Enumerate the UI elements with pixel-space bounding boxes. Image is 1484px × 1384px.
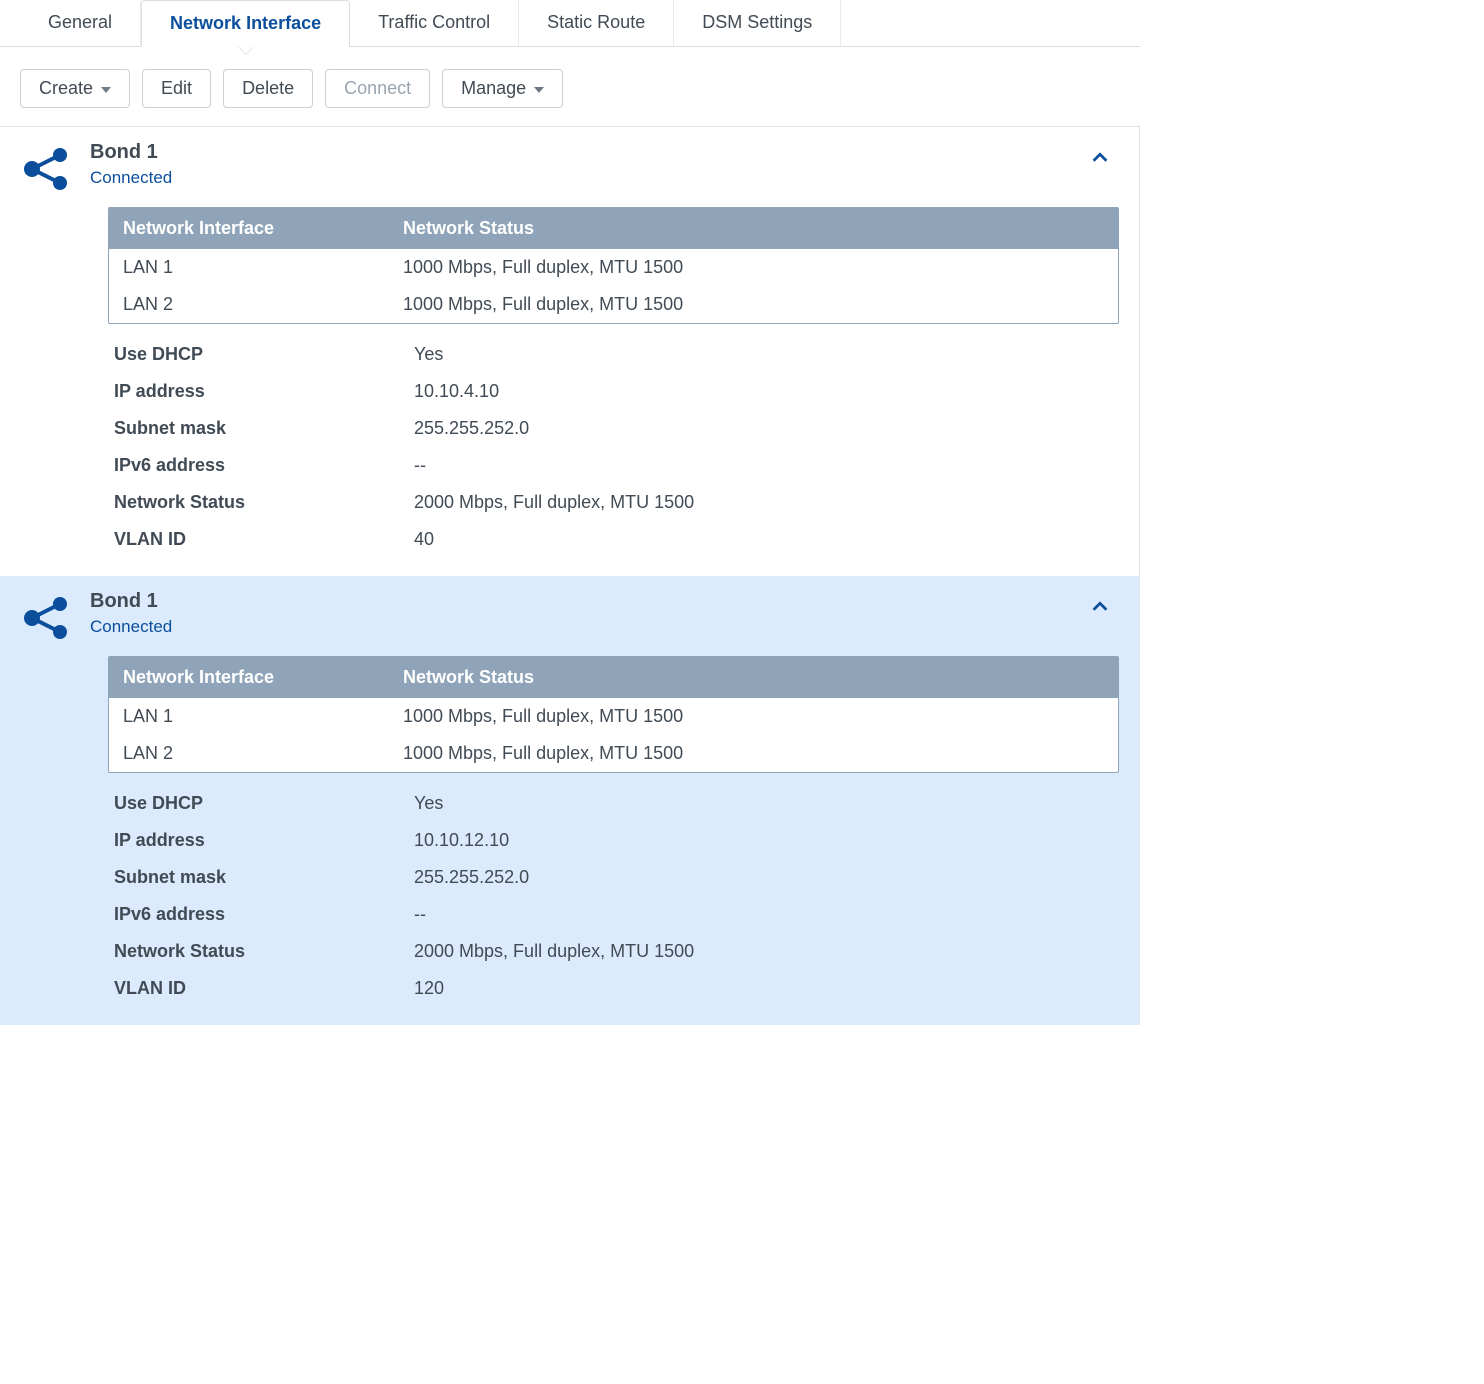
member-interface-name: LAN 1 [123, 706, 403, 727]
property-label: Network Status [114, 492, 414, 513]
property-label: Use DHCP [114, 793, 414, 814]
member-interface-name: LAN 2 [123, 294, 403, 315]
property-row: IP address 10.10.12.10 [108, 822, 1119, 859]
delete-label: Delete [242, 78, 294, 99]
member-interface-status: 1000 Mbps, Full duplex, MTU 1500 [403, 257, 1104, 278]
property-value: 255.255.252.0 [414, 867, 529, 888]
tab-dsm-settings[interactable]: DSM Settings [674, 0, 841, 46]
col-header-interface: Network Interface [123, 667, 403, 688]
delete-button[interactable]: Delete [223, 69, 313, 108]
interface-title: Bond 1 [90, 590, 1119, 613]
toolbar: Create Edit Delete Connect Manage [0, 47, 1140, 126]
property-value: Yes [414, 344, 443, 365]
edit-button[interactable]: Edit [142, 69, 211, 108]
member-interface-row: LAN 1 1000 Mbps, Full duplex, MTU 1500 [109, 249, 1118, 286]
connect-label: Connect [344, 78, 411, 99]
property-row: Subnet mask 255.255.252.0 [108, 859, 1119, 896]
property-row: Use DHCP Yes [108, 785, 1119, 822]
collapse-toggle[interactable] [1089, 596, 1111, 618]
tab-general[interactable]: General [20, 0, 141, 46]
property-value: Yes [414, 793, 443, 814]
interface-list[interactable]: Bond 1 Connected Network Interface Netwo… [0, 126, 1140, 1025]
tab-network-interface[interactable]: Network Interface [141, 0, 350, 47]
property-value: 255.255.252.0 [414, 418, 529, 439]
member-interface-status: 1000 Mbps, Full duplex, MTU 1500 [403, 706, 1104, 727]
interface-properties: Use DHCP Yes IP address 10.10.4.10 Subne… [108, 336, 1119, 558]
edit-label: Edit [161, 78, 192, 99]
property-row: Subnet mask 255.255.252.0 [108, 410, 1119, 447]
property-label: Use DHCP [114, 344, 414, 365]
interface-status: Connected [90, 617, 1119, 637]
property-label: IPv6 address [114, 455, 414, 476]
interface-item[interactable]: Bond 1 Connected Network Interface Netwo… [0, 127, 1139, 576]
property-label: Network Status [114, 941, 414, 962]
bond-icon [20, 594, 72, 642]
property-label: VLAN ID [114, 529, 414, 550]
property-row: Network Status 2000 Mbps, Full duplex, M… [108, 484, 1119, 521]
property-row: IPv6 address -- [108, 896, 1119, 933]
property-row: IPv6 address -- [108, 447, 1119, 484]
member-interface-row: LAN 2 1000 Mbps, Full duplex, MTU 1500 [109, 286, 1118, 323]
tab-bar: General Network Interface Traffic Contro… [0, 0, 1140, 47]
tab-static-route[interactable]: Static Route [519, 0, 674, 46]
interface-item[interactable]: Bond 1 Connected Network Interface Netwo… [0, 576, 1139, 1025]
interface-status: Connected [90, 168, 1119, 188]
property-value: 2000 Mbps, Full duplex, MTU 1500 [414, 941, 694, 962]
interface-properties: Use DHCP Yes IP address 10.10.12.10 Subn… [108, 785, 1119, 1007]
tab-traffic-control[interactable]: Traffic Control [350, 0, 519, 46]
create-label: Create [39, 78, 93, 99]
manage-label: Manage [461, 78, 526, 99]
property-value: -- [414, 904, 426, 925]
property-label: IPv6 address [114, 904, 414, 925]
property-label: IP address [114, 830, 414, 851]
property-row: IP address 10.10.4.10 [108, 373, 1119, 410]
property-value: 2000 Mbps, Full duplex, MTU 1500 [414, 492, 694, 513]
bond-icon [20, 145, 72, 193]
manage-button[interactable]: Manage [442, 69, 563, 108]
member-interface-table: Network Interface Network Status LAN 1 1… [108, 656, 1119, 773]
property-label: IP address [114, 381, 414, 402]
connect-button: Connect [325, 69, 430, 108]
collapse-toggle[interactable] [1089, 147, 1111, 169]
member-interface-table: Network Interface Network Status LAN 1 1… [108, 207, 1119, 324]
property-value: 10.10.4.10 [414, 381, 499, 402]
col-header-interface: Network Interface [123, 218, 403, 239]
property-value: 40 [414, 529, 434, 550]
property-row: VLAN ID 40 [108, 521, 1119, 558]
property-row: Use DHCP Yes [108, 336, 1119, 373]
col-header-status: Network Status [403, 667, 1104, 688]
property-label: Subnet mask [114, 418, 414, 439]
member-interface-name: LAN 2 [123, 743, 403, 764]
member-interface-name: LAN 1 [123, 257, 403, 278]
property-label: VLAN ID [114, 978, 414, 999]
create-button[interactable]: Create [20, 69, 130, 108]
dropdown-caret-icon [534, 87, 544, 93]
property-row: Network Status 2000 Mbps, Full duplex, M… [108, 933, 1119, 970]
property-label: Subnet mask [114, 867, 414, 888]
member-interface-status: 1000 Mbps, Full duplex, MTU 1500 [403, 743, 1104, 764]
member-interface-row: LAN 2 1000 Mbps, Full duplex, MTU 1500 [109, 735, 1118, 772]
interface-title: Bond 1 [90, 141, 1119, 164]
property-value: 10.10.12.10 [414, 830, 509, 851]
property-value: -- [414, 455, 426, 476]
member-interface-row: LAN 1 1000 Mbps, Full duplex, MTU 1500 [109, 698, 1118, 735]
property-value: 120 [414, 978, 444, 999]
col-header-status: Network Status [403, 218, 1104, 239]
dropdown-caret-icon [101, 87, 111, 93]
member-interface-status: 1000 Mbps, Full duplex, MTU 1500 [403, 294, 1104, 315]
property-row: VLAN ID 120 [108, 970, 1119, 1007]
